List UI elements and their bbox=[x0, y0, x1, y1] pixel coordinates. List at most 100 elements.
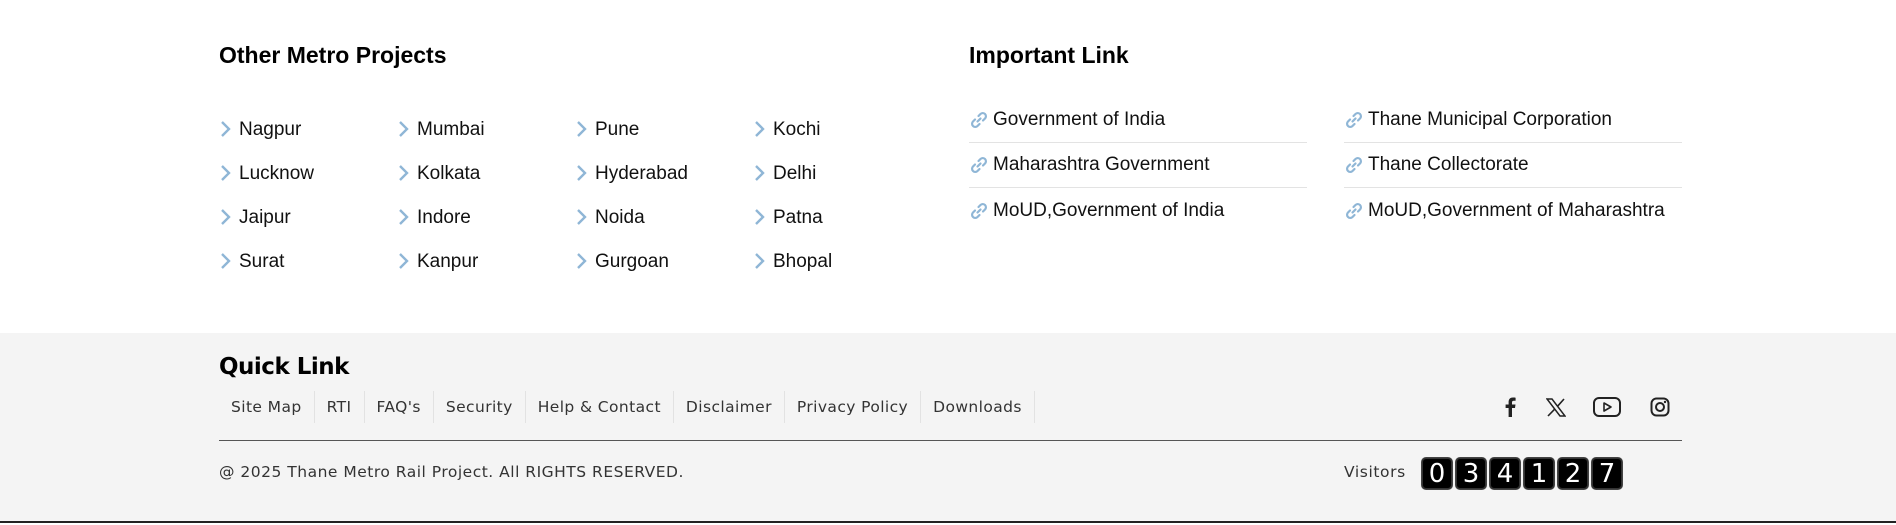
metro-column-3: Pune Hyderabad Noida Gurgoan bbox=[575, 108, 745, 284]
metro-link[interactable]: Indore bbox=[397, 196, 567, 240]
quick-link-faqs[interactable]: FAQ's bbox=[365, 391, 434, 423]
metro-column-1: Nagpur Lucknow Jaipur Surat bbox=[219, 108, 389, 284]
metro-link[interactable]: Gurgoan bbox=[575, 240, 745, 284]
metro-link-label: Hyderabad bbox=[595, 163, 688, 184]
metro-link-label: Pune bbox=[595, 119, 640, 140]
metro-link[interactable]: Kochi bbox=[753, 108, 923, 152]
metro-link[interactable]: Delhi bbox=[753, 152, 923, 196]
metro-link-label: Nagpur bbox=[239, 119, 302, 140]
youtube-icon[interactable] bbox=[1592, 391, 1622, 423]
metro-link-label: Lucknow bbox=[239, 163, 314, 184]
chevron-right-icon bbox=[753, 119, 770, 139]
metro-link[interactable]: Mumbai bbox=[397, 108, 567, 152]
counter-digit: 0 bbox=[1421, 457, 1453, 490]
chevron-right-icon bbox=[575, 251, 592, 271]
quick-link-help-contact[interactable]: Help & Contact bbox=[526, 391, 674, 423]
important-link-title: Important Link bbox=[969, 42, 1129, 68]
footer-divider bbox=[219, 440, 1682, 441]
counter-digit: 2 bbox=[1557, 457, 1589, 490]
chevron-right-icon bbox=[753, 163, 770, 183]
chevron-right-icon bbox=[397, 163, 414, 183]
chevron-right-icon bbox=[397, 207, 414, 227]
quick-link-disclaimer[interactable]: Disclaimer bbox=[674, 391, 785, 423]
quick-link-rti[interactable]: RTI bbox=[315, 391, 365, 423]
important-link-label: MoUD,Government of Maharashtra bbox=[1368, 199, 1665, 221]
important-link[interactable]: Thane Collectorate bbox=[1344, 143, 1682, 188]
metro-link-label: Kanpur bbox=[417, 251, 479, 272]
quick-link-downloads[interactable]: Downloads bbox=[921, 391, 1035, 423]
quick-link-title: Quick Link bbox=[219, 354, 349, 380]
instagram-icon[interactable] bbox=[1645, 391, 1675, 423]
important-link-label: Maharashtra Government bbox=[993, 154, 1210, 175]
important-links-column-2: Thane Municipal Corporation Thane Collec… bbox=[1344, 98, 1682, 233]
metro-link[interactable]: Kolkata bbox=[397, 152, 567, 196]
metro-link-label: Kochi bbox=[773, 119, 821, 140]
important-links-column-1: Government of India Maharashtra Governme… bbox=[969, 98, 1307, 233]
metro-link[interactable]: Noida bbox=[575, 196, 745, 240]
link-icon bbox=[1344, 155, 1364, 175]
quick-link-security[interactable]: Security bbox=[434, 391, 526, 423]
quick-link-site-map[interactable]: Site Map bbox=[219, 391, 315, 423]
chevron-right-icon bbox=[575, 163, 592, 183]
metro-link[interactable]: Pune bbox=[575, 108, 745, 152]
metro-link-label: Indore bbox=[417, 207, 471, 228]
link-icon bbox=[969, 201, 989, 221]
metro-link[interactable]: Jaipur bbox=[219, 196, 389, 240]
x-twitter-icon[interactable] bbox=[1541, 391, 1571, 423]
link-icon bbox=[969, 155, 989, 175]
important-link[interactable]: Maharashtra Government bbox=[969, 143, 1307, 188]
chevron-right-icon bbox=[753, 207, 770, 227]
other-metro-title: Other Metro Projects bbox=[219, 42, 447, 68]
chevron-right-icon bbox=[219, 163, 236, 183]
metro-link[interactable]: Surat bbox=[219, 240, 389, 284]
important-link[interactable]: Government of India bbox=[969, 98, 1307, 143]
metro-link-label: Delhi bbox=[773, 163, 817, 184]
metro-link-label: Jaipur bbox=[239, 207, 291, 228]
important-link[interactable]: MoUD,Government of India bbox=[969, 188, 1307, 233]
metro-link-label: Noida bbox=[595, 207, 645, 228]
metro-link[interactable]: Bhopal bbox=[753, 240, 923, 284]
chevron-right-icon bbox=[397, 119, 414, 139]
facebook-icon[interactable] bbox=[1495, 391, 1525, 423]
metro-link-label: Patna bbox=[773, 207, 823, 228]
chevron-right-icon bbox=[753, 251, 770, 271]
important-link-label: Government of India bbox=[993, 109, 1166, 130]
counter-digit: 1 bbox=[1523, 457, 1555, 490]
metro-link[interactable]: Hyderabad bbox=[575, 152, 745, 196]
visitor-counter: 0 3 4 1 2 7 bbox=[1421, 457, 1623, 490]
metro-link-label: Surat bbox=[239, 251, 285, 272]
counter-digit: 7 bbox=[1591, 457, 1623, 490]
metro-link[interactable]: Kanpur bbox=[397, 240, 567, 284]
link-icon bbox=[1344, 201, 1364, 221]
chevron-right-icon bbox=[219, 119, 236, 139]
chevron-right-icon bbox=[219, 207, 236, 227]
chevron-right-icon bbox=[575, 119, 592, 139]
metro-link[interactable]: Nagpur bbox=[219, 108, 389, 152]
important-link[interactable]: MoUD,Government of Maharashtra bbox=[1344, 188, 1682, 233]
quick-link-privacy-policy[interactable]: Privacy Policy bbox=[785, 391, 922, 423]
metro-link-label: Kolkata bbox=[417, 163, 481, 184]
important-link-label: Thane Municipal Corporation bbox=[1368, 109, 1612, 130]
chevron-right-icon bbox=[575, 207, 592, 227]
important-link[interactable]: Thane Municipal Corporation bbox=[1344, 98, 1682, 143]
important-link-label: Thane Collectorate bbox=[1368, 154, 1529, 175]
metro-column-2: Mumbai Kolkata Indore Kanpur bbox=[397, 108, 567, 284]
quick-link-nav: Site Map RTI FAQ's Security Help & Conta… bbox=[219, 391, 1035, 423]
copyright-text: @ 2025 Thane Metro Rail Project. All RIG… bbox=[219, 463, 684, 481]
counter-digit: 4 bbox=[1489, 457, 1521, 490]
visitors-label: Visitors bbox=[1344, 463, 1406, 481]
metro-link[interactable]: Patna bbox=[753, 196, 923, 240]
link-icon bbox=[969, 110, 989, 130]
metro-link[interactable]: Lucknow bbox=[219, 152, 389, 196]
important-link-label: MoUD,Government of India bbox=[993, 199, 1225, 221]
links-section: Other Metro Projects Important Link Nagp… bbox=[0, 0, 1896, 333]
footer: Quick Link Site Map RTI FAQ's Security H… bbox=[0, 333, 1896, 523]
metro-link-label: Bhopal bbox=[773, 251, 833, 272]
chevron-right-icon bbox=[397, 251, 414, 271]
metro-link-label: Mumbai bbox=[417, 119, 485, 140]
metro-column-4: Kochi Delhi Patna Bhopal bbox=[753, 108, 923, 284]
counter-digit: 3 bbox=[1455, 457, 1487, 490]
link-icon bbox=[1344, 110, 1364, 130]
metro-link-label: Gurgoan bbox=[595, 251, 669, 272]
chevron-right-icon bbox=[219, 251, 236, 271]
